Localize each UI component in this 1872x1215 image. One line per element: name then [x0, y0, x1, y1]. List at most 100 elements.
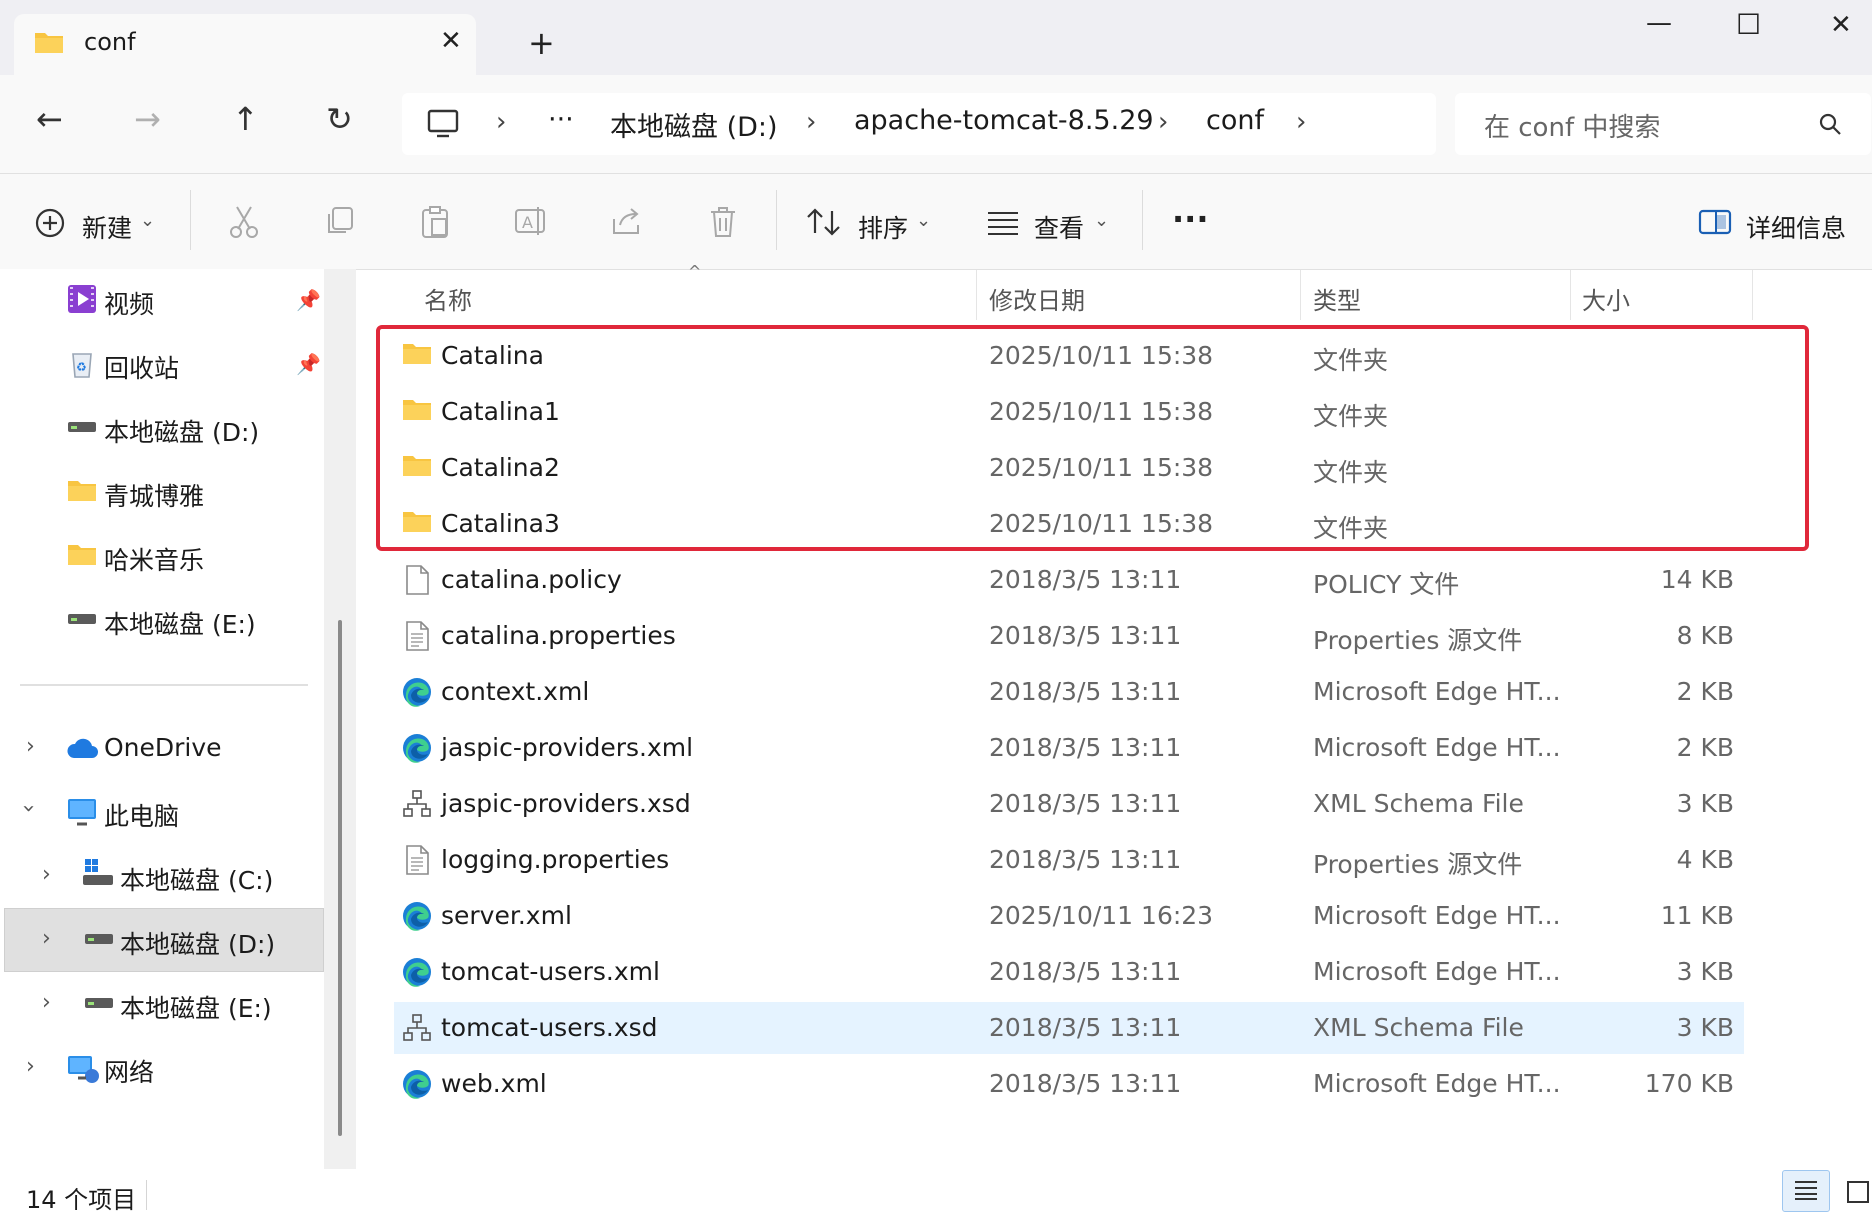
toolbar-divider [1142, 190, 1143, 250]
sidebar-item-drive-e-tree[interactable]: 本地磁盘 (E:) [120, 989, 272, 1025]
file-date: 2018/3/5 13:11 [989, 565, 1182, 594]
edge-icon [403, 958, 431, 987]
svg-text:A: A [522, 213, 533, 232]
file-size: 3 KB [1676, 957, 1734, 986]
file-type: Microsoft Edge HT... [1313, 677, 1561, 706]
breadcrumb-conf[interactable]: conf [1206, 105, 1264, 136]
breadcrumb-drive-d[interactable]: 本地磁盘 (D:) [610, 105, 778, 144]
file-date: 2018/3/5 13:11 [989, 845, 1182, 874]
schema-icon [403, 790, 431, 817]
view-icon [988, 212, 1018, 235]
file-date: 2018/3/5 13:11 [989, 1069, 1182, 1098]
file-type: Properties 源文件 [1313, 850, 1523, 879]
new-button[interactable]: 新建 [82, 209, 132, 245]
column-divider[interactable] [1570, 270, 1571, 320]
file-type: XML Schema File [1313, 1013, 1524, 1042]
sidebar-item-network[interactable]: 网络 [104, 1053, 154, 1089]
paste-icon[interactable] [420, 205, 452, 239]
column-header-date[interactable]: 修改日期 [989, 281, 1085, 316]
toolbar-divider [776, 190, 777, 250]
collapse-chevron-icon[interactable]: › [16, 804, 41, 813]
sort-icon [807, 208, 840, 236]
sort-ascending-icon: ^ [688, 262, 702, 281]
view-button[interactable]: 查看 [1034, 209, 1084, 245]
file-name: jaspic-providers.xml [441, 733, 694, 762]
file-name: logging.properties [441, 845, 670, 874]
sort-button[interactable]: 排序 [858, 209, 908, 245]
minimize-button[interactable]: — [1646, 8, 1672, 38]
more-options-button[interactable]: ··· [1172, 200, 1208, 238]
sidebar-item-qingcheng[interactable]: 青城博雅 [104, 477, 204, 513]
new-tab-button[interactable]: + [528, 24, 555, 62]
close-tab-icon[interactable]: ✕ [440, 26, 462, 56]
breadcrumb-separator: › [806, 107, 817, 137]
sidebar-item-drive-e[interactable]: 本地磁盘 (E:) [104, 605, 256, 641]
tab-title: conf [84, 28, 136, 56]
file-type: POLICY 文件 [1313, 570, 1460, 599]
folder-icon [35, 33, 63, 53]
edge-icon [403, 678, 431, 707]
file-name: tomcat-users.xsd [441, 1013, 658, 1042]
file-size: 2 KB [1676, 677, 1734, 706]
expand-chevron-icon[interactable]: › [42, 990, 51, 1015]
refresh-button[interactable]: ↻ [326, 100, 353, 138]
sidebar-item-drive-d-tree[interactable]: 本地磁盘 (D:) [120, 925, 275, 961]
text-file-icon [406, 845, 429, 875]
cloud-icon [67, 738, 98, 758]
copy-icon[interactable] [324, 205, 356, 237]
file-size: 2 KB [1676, 733, 1734, 762]
breadcrumb-apache-tomcat[interactable]: apache-tomcat-8.5.29 [854, 105, 1154, 136]
sidebar-item-onedrive[interactable]: OneDrive [104, 733, 222, 762]
expand-chevron-icon[interactable]: › [42, 862, 51, 887]
column-divider[interactable] [976, 270, 977, 320]
file-type: Microsoft Edge HT... [1313, 901, 1561, 930]
column-divider[interactable] [1752, 270, 1753, 320]
file-name: tomcat-users.xml [441, 957, 660, 986]
search-icon[interactable] [1818, 112, 1842, 136]
svg-text:♻: ♻ [76, 360, 87, 374]
column-header-name[interactable]: 名称 [424, 281, 472, 316]
column-header-type[interactable]: 类型 [1313, 281, 1361, 316]
network-icon [68, 1056, 99, 1083]
sidebar-item-videos[interactable]: 视频 [104, 285, 154, 321]
highlight-box [376, 325, 1809, 551]
close-window-button[interactable]: ✕ [1830, 10, 1852, 40]
edge-icon [403, 902, 431, 931]
sidebar-divider [20, 684, 308, 686]
breadcrumb-more[interactable]: ··· [548, 104, 574, 135]
sidebar-item-this-pc[interactable]: 此电脑 [104, 797, 179, 833]
chevron-down-icon: ⌄ [1094, 210, 1110, 231]
maximize-button[interactable]: ☐ [1736, 8, 1761, 41]
tiles-view-icon[interactable] [1846, 1180, 1870, 1204]
cut-icon[interactable] [228, 205, 260, 239]
drive-icon [85, 934, 113, 944]
folder-icon [68, 481, 96, 501]
expand-chevron-icon[interactable]: › [26, 734, 35, 759]
sidebar-item-drive-d[interactable]: 本地磁盘 (D:) [104, 413, 259, 449]
drive-icon [68, 614, 96, 624]
schema-icon [403, 1014, 431, 1041]
column-divider[interactable] [1300, 270, 1301, 320]
file-name: jaspic-providers.xsd [441, 789, 691, 818]
expand-chevron-icon[interactable]: › [26, 1054, 35, 1079]
file-date: 2018/3/5 13:11 [989, 957, 1182, 986]
search-input[interactable]: 在 conf 中搜索 [1484, 107, 1660, 144]
up-button[interactable]: ↑ [232, 100, 259, 138]
edge-icon [403, 734, 431, 763]
rename-icon[interactable]: A [514, 205, 548, 237]
status-divider [146, 1180, 147, 1210]
drive-icon [85, 998, 113, 1008]
details-button[interactable]: 详细信息 [1746, 209, 1846, 245]
share-icon[interactable] [610, 205, 644, 237]
sidebar-item-hami-music[interactable]: 哈米音乐 [104, 541, 204, 577]
edge-icon [403, 1070, 431, 1099]
column-header-size[interactable]: 大小 [1582, 281, 1630, 316]
sidebar-scrollbar-thumb[interactable] [338, 620, 342, 1136]
delete-icon[interactable] [708, 205, 738, 239]
sidebar-item-drive-c[interactable]: 本地磁盘 (C:) [120, 861, 273, 897]
forward-button[interactable]: → [134, 100, 161, 138]
file-size: 8 KB [1676, 621, 1734, 650]
expand-chevron-icon[interactable]: › [42, 926, 51, 951]
sidebar-item-recycle-bin[interactable]: 回收站 [104, 349, 179, 385]
back-button[interactable]: ← [36, 100, 63, 138]
